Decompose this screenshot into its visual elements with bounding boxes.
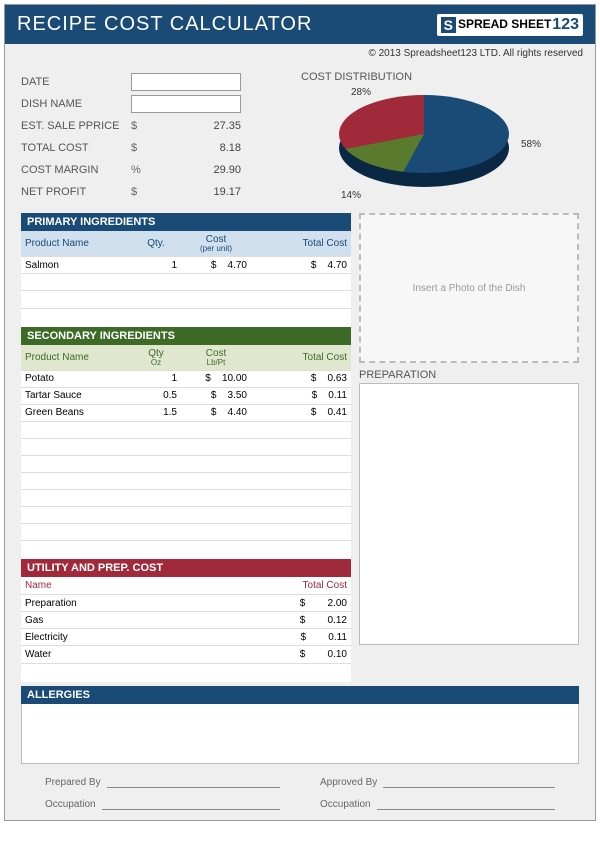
- prepared-by-label: Prepared By: [45, 777, 101, 788]
- secondary-total: 1.15: [301, 541, 351, 560]
- dish-photo-placeholder[interactable]: Insert a Photo of the Dish: [359, 213, 579, 363]
- table-row[interactable]: Potato1$ 10.00$ 0.63: [21, 370, 351, 387]
- est-price-label: EST. SALE PPRICE: [21, 120, 131, 132]
- est-price-value: 27.35: [151, 120, 241, 132]
- primary-table: Product NameQty.Cost(per unit)Total Cost…: [21, 231, 351, 308]
- occupation-line-2[interactable]: [377, 796, 555, 810]
- cost-distribution-chart: COST DISTRIBUTION 28% 14% 58%: [301, 71, 579, 203]
- total-cost-value: 8.18: [151, 142, 241, 154]
- total-cost-label: TOTAL COST: [21, 142, 131, 154]
- utility-table: NameTotal Cost Preparation$ 2.00Gas$ 0.1…: [21, 577, 351, 663]
- logo: SSPREAD SHEET123: [437, 14, 583, 36]
- chart-title: COST DISTRIBUTION: [301, 71, 579, 83]
- primary-total-label: TOTAL: [21, 308, 281, 327]
- table-row[interactable]: Gas$ 0.12: [21, 612, 351, 629]
- preparation-label: PREPARATION: [359, 369, 579, 381]
- cost-margin-value: 29.90: [151, 164, 241, 176]
- preparation-box[interactable]: [359, 383, 579, 645]
- table-row[interactable]: Electricity$ 0.11: [21, 629, 351, 646]
- title-bar: RECIPE COST CALCULATOR SSPREAD SHEET123: [5, 5, 595, 44]
- secondary-header: SECONDARY INGREDIENTS: [21, 327, 351, 345]
- date-input[interactable]: [131, 73, 241, 91]
- utility-header: UTILITY AND PREP. COST: [21, 559, 351, 577]
- net-profit-label: NET PROFIT: [21, 186, 131, 198]
- occupation-label-1: Occupation: [45, 799, 96, 810]
- allergies-box[interactable]: [21, 704, 579, 764]
- approved-by-line[interactable]: [383, 774, 555, 788]
- summary-panel: DATE DISH NAME EST. SALE PPRICE$27.35 TO…: [21, 71, 301, 203]
- table-row[interactable]: Preparation$ 2.00: [21, 595, 351, 612]
- prepared-by-line[interactable]: [107, 774, 280, 788]
- cost-margin-label: COST MARGIN: [21, 164, 131, 176]
- occupation-label-2: Occupation: [320, 799, 371, 810]
- copyright: © 2013 Spreadsheet123 LTD. All rights re…: [5, 44, 595, 67]
- utility-total-label: TOTAL: [21, 663, 281, 682]
- approved-by-label: Approved By: [320, 777, 377, 788]
- primary-header: PRIMARY INGREDIENTS: [21, 213, 351, 231]
- pie-label-primary: 58%: [521, 139, 541, 150]
- table-row[interactable]: Tartar Sauce0.5$ 3.50$ 0.11: [21, 387, 351, 404]
- occupation-line-1[interactable]: [102, 796, 280, 810]
- pie-label-secondary: 14%: [341, 190, 361, 201]
- pie-chart: [339, 95, 509, 173]
- net-profit-value: 19.17: [151, 186, 241, 198]
- pie-label-utility: 28%: [351, 87, 371, 98]
- date-label: DATE: [21, 76, 131, 88]
- table-row[interactable]: Water$ 0.10: [21, 646, 351, 663]
- table-row[interactable]: Green Beans1.5$ 4.40$ 0.41: [21, 404, 351, 421]
- table-row[interactable]: Salmon1$ 4.70$ 4.70: [21, 257, 351, 274]
- allergies-header: ALLERGIES: [21, 686, 579, 704]
- primary-total: 4.70: [301, 308, 351, 327]
- utility-total: 2.33: [301, 663, 351, 682]
- secondary-table: Product NameQtyOzCostLb/PtTotal Cost Pot…: [21, 345, 351, 541]
- page-title: RECIPE COST CALCULATOR: [17, 13, 312, 36]
- dish-label: DISH NAME: [21, 98, 131, 110]
- secondary-total-label: TOTAL: [21, 541, 281, 560]
- dish-name-input[interactable]: [131, 95, 241, 113]
